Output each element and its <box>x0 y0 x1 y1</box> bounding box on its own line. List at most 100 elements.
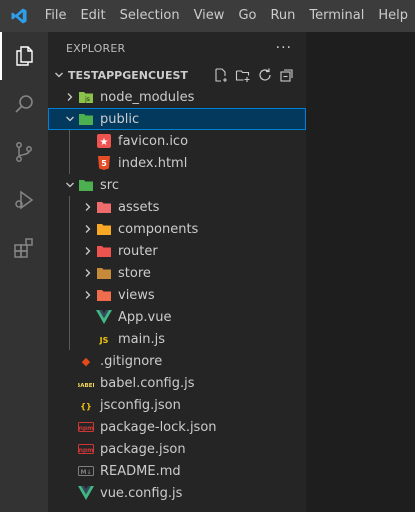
tree-item-label: router <box>118 243 158 259</box>
git-file-icon: ◆ <box>78 353 94 369</box>
npm-file-icon: npm <box>78 441 94 457</box>
chevron-down-icon[interactable] <box>62 174 78 196</box>
menu-run[interactable]: Run <box>263 0 302 32</box>
tree-folder[interactable]: components <box>48 218 306 240</box>
tree-folder[interactable]: router <box>48 240 306 262</box>
tree-folder[interactable]: assets <box>48 196 306 218</box>
source-control-icon[interactable] <box>0 128 48 176</box>
svg-text:npm: npm <box>79 425 94 432</box>
chevron-right-icon[interactable] <box>80 240 96 262</box>
tree-item-label: assets <box>118 199 160 215</box>
search-icon[interactable] <box>0 80 48 128</box>
explorer-title: EXPLORER <box>66 41 126 55</box>
collapse-all-icon[interactable] <box>278 66 296 84</box>
activity-bar <box>0 32 48 512</box>
tree-folder[interactable]: src <box>48 174 306 196</box>
vue-file-icon <box>96 309 112 325</box>
indent-guide <box>69 196 70 218</box>
refresh-icon[interactable] <box>256 66 274 84</box>
chevron-right-icon[interactable] <box>80 196 96 218</box>
tree-item-label: package-lock.json <box>100 419 217 435</box>
more-actions-icon[interactable]: ··· <box>276 40 292 56</box>
new-file-icon[interactable] <box>212 66 230 84</box>
tree-item-label: views <box>118 287 155 303</box>
indent-guide <box>69 240 70 262</box>
indent-guide <box>69 130 70 152</box>
indent-guide <box>69 152 70 174</box>
svg-text:js: js <box>84 96 90 103</box>
tree-file[interactable]: JS main.js <box>48 328 306 350</box>
tree-folder[interactable]: store <box>48 262 306 284</box>
menu-go[interactable]: Go <box>231 0 263 32</box>
explorer-activity-icon[interactable] <box>0 32 48 80</box>
project-section-header[interactable]: TESTAPPGENCUEST <box>48 64 306 86</box>
menu-view[interactable]: View <box>187 0 232 32</box>
tree-file[interactable]: ◆ .gitignore <box>48 350 306 372</box>
menu-edit[interactable]: Edit <box>73 0 112 32</box>
tree-folder[interactable]: views <box>48 284 306 306</box>
menu-selection[interactable]: Selection <box>113 0 187 32</box>
tree-item-label: public <box>100 111 140 127</box>
indent-guide <box>69 328 70 350</box>
project-title[interactable]: TESTAPPGENCUEST <box>68 69 212 82</box>
tree-file[interactable]: 5 index.html <box>48 152 306 174</box>
tree-item-label: babel.config.js <box>100 375 195 391</box>
chevron-down-icon[interactable] <box>50 70 68 80</box>
svg-text:5: 5 <box>101 159 107 168</box>
tree-item-label: jsconfig.json <box>100 397 181 413</box>
editor-area[interactable] <box>306 32 415 512</box>
menu-terminal[interactable]: Terminal <box>302 0 371 32</box>
tree-file[interactable]: BABEL babel.config.js <box>48 372 306 394</box>
tree-file[interactable]: npm package-lock.json <box>48 416 306 438</box>
svg-text:JS: JS <box>99 336 109 345</box>
svg-text:★: ★ <box>100 137 109 148</box>
js-file-icon: JS <box>96 331 112 347</box>
menu-bar: File Edit Selection View Go Run Terminal Help <box>38 0 415 32</box>
npm-file-icon: npm <box>78 419 94 435</box>
tree-folder[interactable]: js node_modules <box>48 86 306 108</box>
tree-item-label: main.js <box>118 331 165 347</box>
chevron-right-icon[interactable] <box>80 284 96 306</box>
indent-guide <box>69 284 70 306</box>
new-folder-icon[interactable] <box>234 66 252 84</box>
run-debug-icon[interactable] <box>0 176 48 224</box>
extensions-icon[interactable] <box>0 224 48 272</box>
section-actions <box>212 66 296 84</box>
indent-guide <box>69 218 70 240</box>
menu-file[interactable]: File <box>38 0 74 32</box>
chevron-right-icon[interactable] <box>62 86 78 108</box>
html-file-icon: 5 <box>96 155 112 171</box>
markdown-file-icon: M↓ <box>78 463 94 479</box>
tree-folder[interactable]: public <box>48 108 306 130</box>
chevron-right-icon[interactable] <box>80 262 96 284</box>
vue-config-file-icon <box>78 485 94 501</box>
tree-file[interactable]: {} jsconfig.json <box>48 394 306 416</box>
svg-text:M↓: M↓ <box>81 469 92 476</box>
explorer-header: EXPLORER ··· <box>48 32 306 64</box>
tree-item-label: src <box>100 177 119 193</box>
tree-item-label: store <box>118 265 151 281</box>
chevron-down-icon[interactable] <box>62 108 78 130</box>
tree-item-label: package.json <box>100 441 186 457</box>
chevron-right-icon[interactable] <box>80 218 96 240</box>
svg-text:◆: ◆ <box>82 355 91 368</box>
tree-file[interactable]: ★ favicon.ico <box>48 130 306 152</box>
tree-item-label: favicon.ico <box>118 133 189 149</box>
assets-folder-icon <box>96 199 112 215</box>
tree-file[interactable]: App.vue <box>48 306 306 328</box>
store-folder-icon <box>96 265 112 281</box>
node-folder-icon: js <box>78 89 94 105</box>
tree-file[interactable]: vue.config.js <box>48 482 306 504</box>
vscode-logo-icon[interactable] <box>0 0 38 32</box>
menu-help[interactable]: Help <box>371 0 415 32</box>
tree-file[interactable]: M↓ README.md <box>48 460 306 482</box>
tree-file[interactable]: npm package.json <box>48 438 306 460</box>
